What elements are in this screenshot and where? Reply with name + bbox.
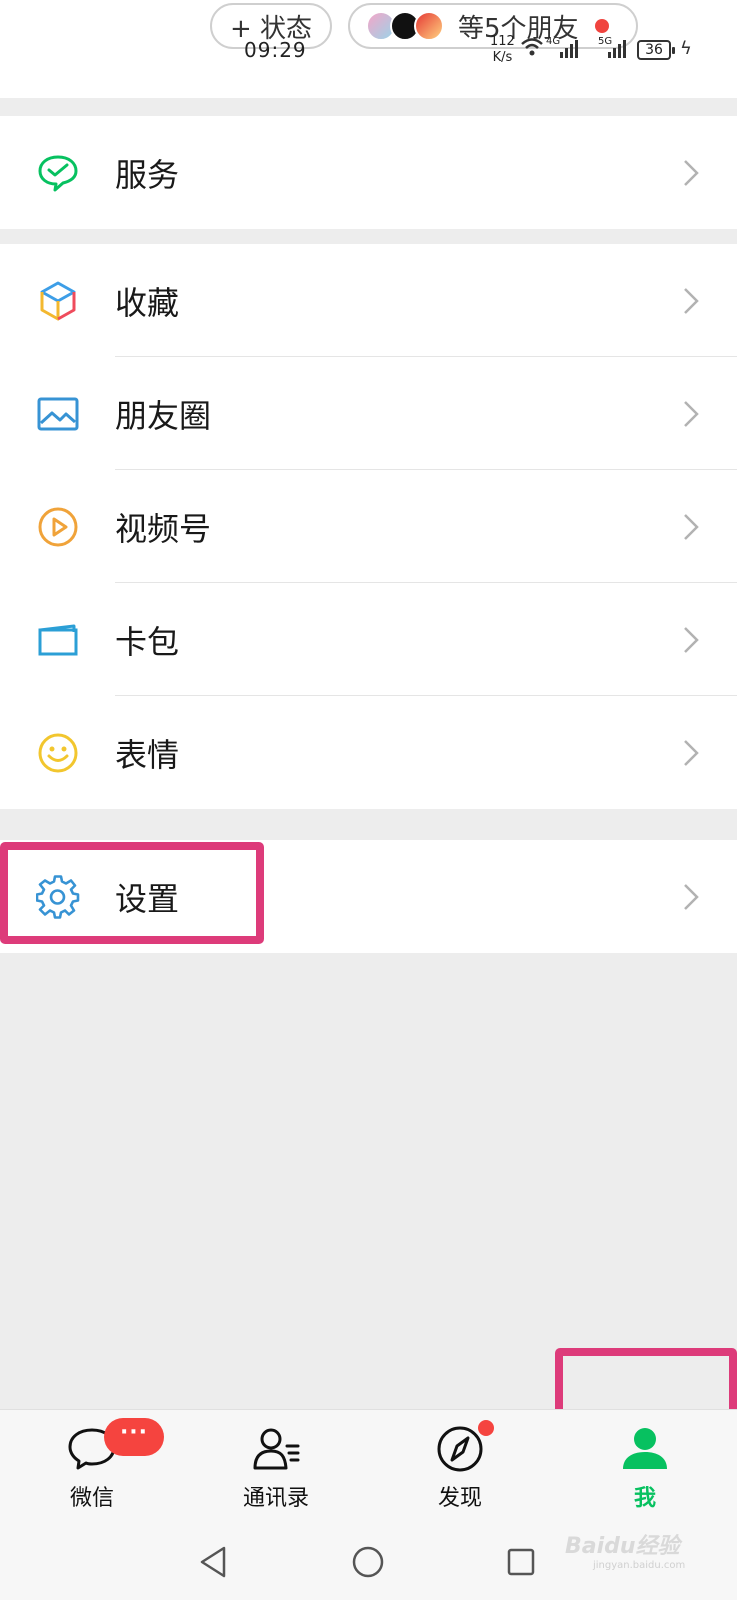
avatar xyxy=(414,11,444,41)
menu-item-settings[interactable]: 设置 xyxy=(0,840,737,953)
person-icon xyxy=(620,1424,670,1474)
wifi-icon xyxy=(521,38,543,56)
play-circle-icon xyxy=(36,505,80,549)
menu-item-favorites[interactable]: 收藏 xyxy=(0,244,737,357)
friend-avatars xyxy=(366,11,444,41)
chevron-right-icon xyxy=(684,287,699,314)
menu-item-label: 服务 xyxy=(115,155,180,194)
signal-strength-icon xyxy=(560,38,578,58)
compass-icon xyxy=(435,1424,485,1474)
watermark: Baidu经验 jingyan.baidu.com xyxy=(565,1528,685,1571)
tab-label: 发现 xyxy=(437,1486,482,1511)
bottom-tab-bar: 微信 ··· 通讯录 发现 我 xyxy=(0,1409,737,1524)
menu-group-main: 收藏 朋友圈 视频号 卡包 表情 xyxy=(0,244,737,809)
menu-item-label: 表情 xyxy=(115,735,180,774)
wallet-icon xyxy=(36,618,80,662)
chevron-right-icon xyxy=(684,739,699,766)
unread-badge: ··· xyxy=(104,1418,164,1456)
menu-group-settings: 设置 xyxy=(0,840,737,953)
chevron-right-icon xyxy=(684,883,699,910)
watermark-url: jingyan.baidu.com xyxy=(593,1560,686,1571)
smiley-icon xyxy=(36,731,80,775)
contacts-icon xyxy=(251,1424,301,1474)
new-content-dot xyxy=(478,1420,494,1436)
recents-button[interactable] xyxy=(497,1538,545,1586)
network-speed: 112 K/s xyxy=(490,34,515,66)
status-bar: + 状态 等5个朋友 09:29 112 K/s 4G 5G 36 ϟ xyxy=(0,0,737,98)
image-icon xyxy=(36,392,80,436)
menu-item-stickers[interactable]: 表情 xyxy=(0,696,737,809)
tab-contacts[interactable]: 通讯录 xyxy=(184,1410,368,1525)
menu-item-label: 卡包 xyxy=(115,622,180,661)
signal-strength-icon xyxy=(608,38,626,58)
home-circle-icon xyxy=(352,1546,384,1578)
menu-item-label: 收藏 xyxy=(115,283,180,322)
charging-icon: ϟ xyxy=(680,38,692,59)
chevron-right-icon xyxy=(684,159,699,186)
chevron-right-icon xyxy=(684,626,699,653)
clock: 09:29 xyxy=(244,38,307,62)
services-icon xyxy=(36,151,80,195)
network-speed-value: 112 xyxy=(490,34,515,49)
menu-group-services: 服务 xyxy=(0,116,737,229)
cube-icon xyxy=(36,279,80,323)
unread-dot xyxy=(594,19,609,33)
tab-label: 我 xyxy=(633,1486,656,1511)
menu-item-label: 朋友圈 xyxy=(115,396,212,435)
back-triangle-icon xyxy=(200,1546,226,1578)
tab-discover[interactable]: 发现 xyxy=(368,1410,552,1525)
menu-item-label: 视频号 xyxy=(115,509,212,548)
home-button[interactable] xyxy=(344,1538,392,1586)
watermark-brand: Baidu经验 xyxy=(565,1534,680,1559)
chevron-right-icon xyxy=(684,513,699,540)
battery-level: 36 xyxy=(637,40,675,60)
tab-me[interactable]: 我 xyxy=(553,1410,737,1525)
back-button[interactable] xyxy=(190,1538,238,1586)
gear-icon xyxy=(36,874,80,919)
menu-item-services[interactable]: 服务 xyxy=(0,116,737,229)
chevron-right-icon xyxy=(684,400,699,427)
menu-item-label: 设置 xyxy=(115,879,180,918)
menu-item-cards[interactable]: 卡包 xyxy=(0,583,737,696)
menu-item-channels[interactable]: 视频号 xyxy=(0,470,737,583)
tab-label: 通讯录 xyxy=(242,1486,309,1511)
recents-square-icon xyxy=(507,1548,535,1576)
menu-item-moments[interactable]: 朋友圈 xyxy=(0,357,737,470)
network-speed-unit: K/s xyxy=(492,50,513,65)
network-4g-label: 4G xyxy=(546,36,561,47)
tab-label: 微信 xyxy=(69,1486,114,1511)
